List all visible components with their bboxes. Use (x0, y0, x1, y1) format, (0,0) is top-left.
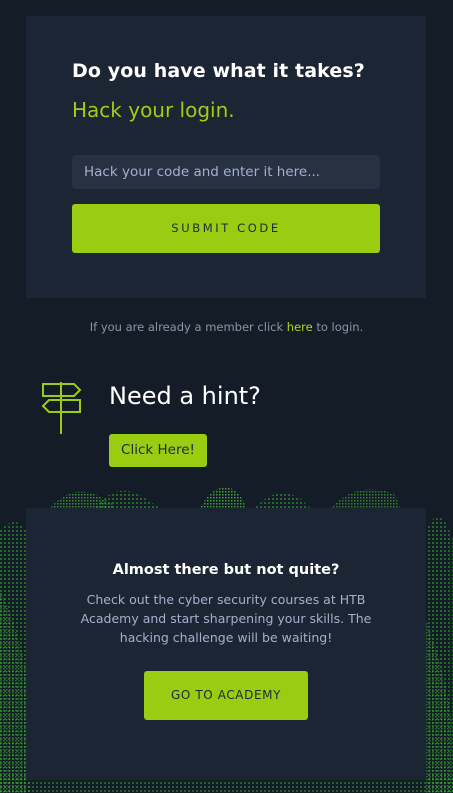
submit-code-button[interactable]: SUBMIT CODE (72, 204, 380, 253)
member-line-suffix: to login. (312, 320, 364, 334)
go-to-academy-button[interactable]: GO TO ACADEMY (144, 671, 308, 720)
code-input[interactable] (72, 155, 380, 189)
member-line-prefix: If you are already a member click (89, 320, 287, 334)
signpost-icon (41, 382, 82, 434)
academy-description: Check out the cyber security courses at … (80, 592, 372, 645)
hint-click-button[interactable]: Click Here! (109, 434, 207, 467)
card-title: Do you have what it takes? (72, 60, 365, 82)
academy-title: Almost there but not quite? (112, 562, 340, 578)
card-subtitle: Hack your login. (72, 98, 235, 122)
academy-card: Almost there but not quite? Check out th… (26, 508, 426, 780)
hint-title: Need a hint? (109, 382, 261, 410)
login-card: Do you have what it takes? Hack your log… (26, 16, 426, 298)
page-root: Do you have what it takes? Hack your log… (0, 0, 453, 793)
login-here-link[interactable]: here (287, 320, 313, 334)
member-login-line: If you are already a member click here t… (0, 320, 453, 334)
